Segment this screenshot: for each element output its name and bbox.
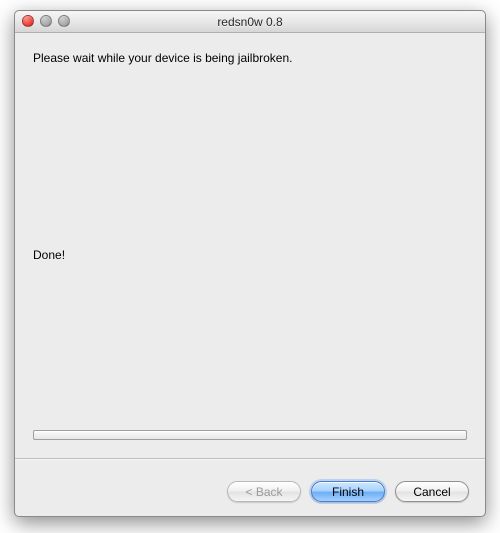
status-text: Done!: [33, 248, 467, 262]
cancel-button[interactable]: Cancel: [395, 481, 469, 502]
progress-area: [33, 430, 467, 448]
titlebar: redsn0w 0.8: [15, 11, 485, 33]
footer: < Back Finish Cancel: [15, 469, 485, 516]
app-window: redsn0w 0.8 Please wait while your devic…: [14, 10, 486, 517]
close-icon[interactable]: [22, 15, 34, 27]
divider: [15, 458, 485, 459]
instruction-text: Please wait while your device is being j…: [33, 51, 467, 65]
window-title: redsn0w 0.8: [217, 15, 282, 29]
zoom-icon: [58, 15, 70, 27]
content-area: Please wait while your device is being j…: [15, 33, 485, 469]
minimize-icon: [40, 15, 52, 27]
back-button: < Back: [227, 481, 301, 502]
window-controls: [22, 15, 70, 27]
finish-button[interactable]: Finish: [311, 481, 385, 502]
progress-bar: [33, 430, 467, 440]
